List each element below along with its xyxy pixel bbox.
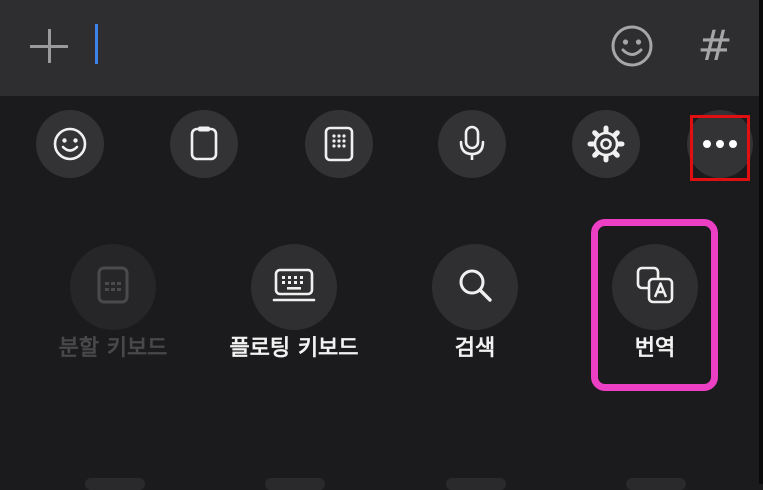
voice-input-toolbar-button[interactable] [438,110,506,178]
text-cursor [95,24,98,64]
right-edge [759,0,763,484]
hashtag-button[interactable]: # [695,18,735,74]
next-row-button[interactable] [446,478,506,490]
smiley-icon[interactable] [610,24,654,68]
translate-highlight [591,219,718,391]
next-row-button[interactable] [265,478,325,490]
split-keyboard-label: 분할 키보드 [58,336,168,361]
floating-keyboard-icon [272,267,316,307]
split-keyboard-button[interactable] [70,244,156,330]
floating-keyboard-label: 플로팅 키보드 [229,336,359,361]
floating-keyboard-button[interactable] [251,244,337,330]
clipboard-toolbar-button[interactable] [170,110,238,178]
keypad-toolbar-button[interactable] [305,110,373,178]
settings-toolbar-button[interactable] [572,110,640,178]
search-button[interactable] [432,244,518,330]
keyboard-panel: # 분할 키보드 플로팅 키보드 검색 번역 [0,0,759,490]
clipboard-icon [188,125,220,163]
microphone-icon [457,125,487,163]
search-icon [456,266,494,308]
keypad-icon [324,126,354,162]
text-input-bar[interactable]: # [0,0,759,96]
next-row-button[interactable] [85,478,145,490]
search-label: 검색 [454,336,496,361]
split-keyboard-icon [96,265,130,309]
plus-icon[interactable] [30,29,68,63]
next-row-button[interactable] [626,478,686,490]
more-options-highlight [690,115,750,181]
gear-icon [587,125,625,163]
emoji-toolbar-button[interactable] [36,110,104,178]
smiley-icon [52,126,88,162]
